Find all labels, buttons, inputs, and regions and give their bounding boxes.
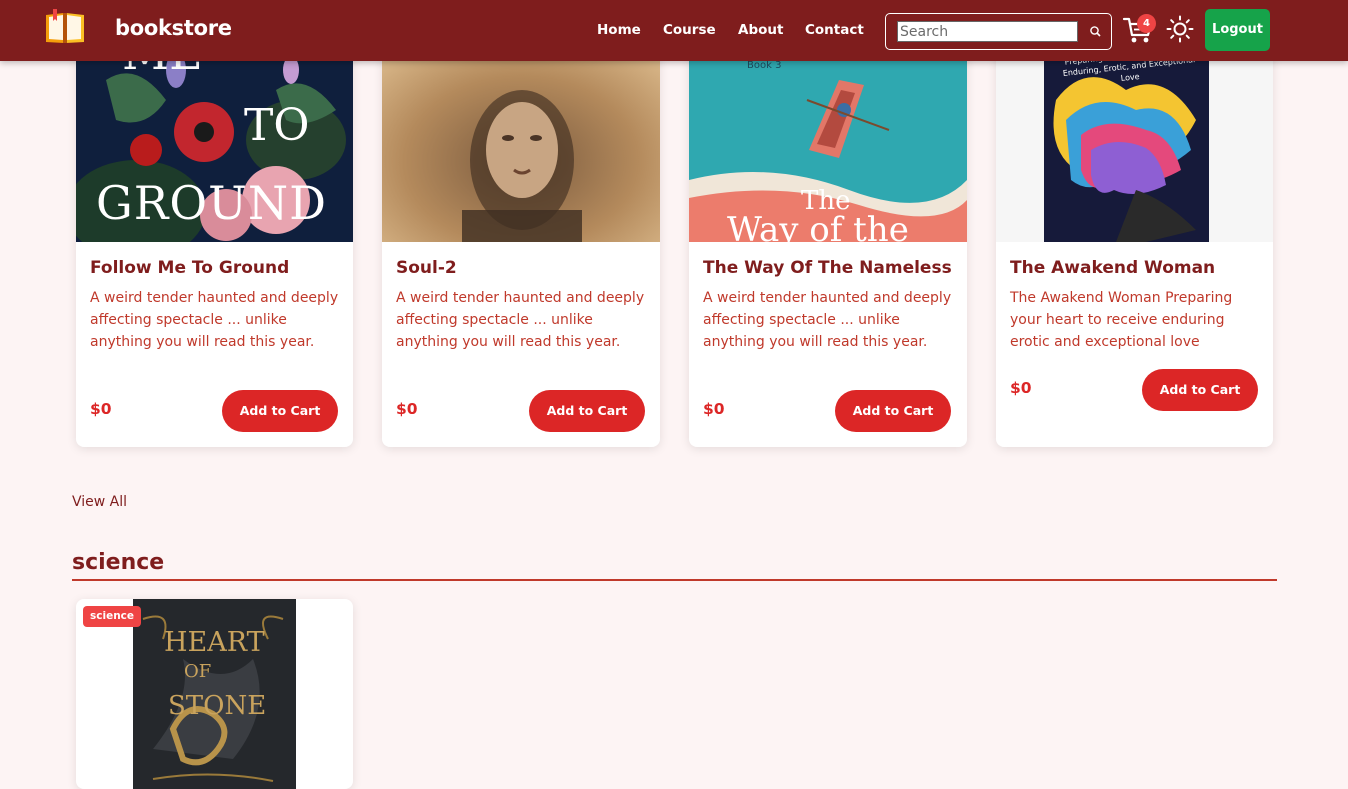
add-to-cart-button[interactable]: Add to Cart [835, 390, 951, 432]
book-title: Soul-2 [396, 258, 457, 278]
nav-link-contact[interactable]: Contact [805, 22, 864, 38]
book-card: ME TO GROUND Follow Me To Ground A weird… [76, 40, 353, 447]
book-price: $0 [90, 400, 112, 418]
book-title: Follow Me To Ground [90, 258, 290, 278]
sun-icon[interactable] [1166, 15, 1194, 43]
book-description: The Awakend Woman Preparing your heart t… [1010, 290, 1233, 350]
book-cover-image[interactable]: Book 3 The Way of the [689, 40, 967, 242]
cover-title-line: Way of the [727, 210, 909, 242]
nav-link-about[interactable]: About [738, 22, 783, 38]
add-to-cart-button[interactable]: Add to Cart [1142, 369, 1258, 411]
book-description: A weird tender haunted and deeply affect… [90, 290, 339, 350]
category-badge: science [83, 606, 142, 627]
book-card: Preparing Your Heart to Receive Enduring… [996, 40, 1273, 447]
search-input[interactable] [897, 21, 1078, 42]
book-card: Soul-2 A weird tender haunted and deeply… [382, 40, 660, 447]
search-icon[interactable] [1087, 23, 1104, 40]
book-price: $0 [703, 400, 725, 418]
cover-title-line: HEART [164, 627, 265, 658]
cover-title-line: STONE [168, 691, 267, 721]
search-box [885, 13, 1112, 50]
book-price: $0 [396, 400, 418, 418]
book-description: A weird tender haunted and deeply affect… [703, 290, 952, 350]
book-card: Book 3 The Way of the The Way Of The Nam… [689, 40, 967, 447]
book-card: HEART OF STONE science [76, 599, 353, 789]
cart-count-badge: 4 [1137, 14, 1156, 33]
add-to-cart-button[interactable]: Add to Cart [222, 390, 338, 432]
open-book-icon[interactable] [44, 9, 86, 45]
view-all-link[interactable]: View All [72, 494, 127, 510]
book-title: The Way Of The Nameless [703, 258, 952, 278]
section-title: science [72, 550, 165, 575]
book-price: $0 [1010, 379, 1032, 397]
nav-link-course[interactable]: Course [663, 22, 716, 38]
cover-title-line: TO [244, 100, 310, 151]
book-description: A weird tender haunted and deeply affect… [396, 290, 645, 350]
add-to-cart-button[interactable]: Add to Cart [529, 390, 645, 432]
brand-name[interactable]: bookstore [115, 16, 232, 40]
cover-title-line: OF [184, 661, 212, 682]
book-cover-image[interactable]: Preparing Your Heart to Receive Enduring… [996, 40, 1273, 242]
book-cover-image[interactable]: ME TO GROUND [76, 40, 353, 242]
book-title: The Awakend Woman [1010, 258, 1216, 278]
navbar: bookstore Home Course About Contact 4 Lo… [0, 0, 1348, 61]
cover-title-line: GROUND [96, 176, 327, 230]
cover-series-label: Book 3 [747, 60, 782, 71]
section-divider [72, 579, 1277, 581]
logout-button[interactable]: Logout [1205, 9, 1270, 51]
nav-link-home[interactable]: Home [597, 22, 641, 38]
book-cover-image[interactable] [382, 40, 660, 242]
